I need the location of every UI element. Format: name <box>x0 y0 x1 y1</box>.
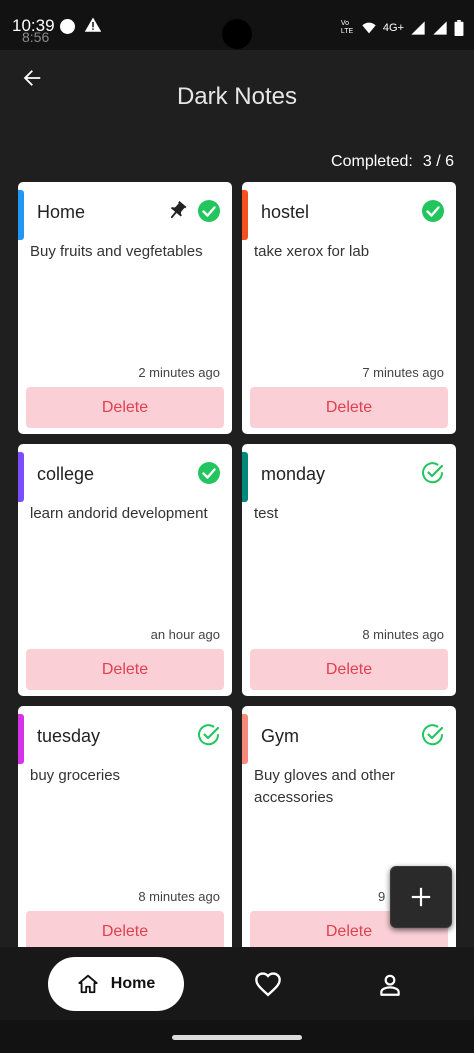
nav-home-label: Home <box>110 975 156 992</box>
signal-icon <box>411 21 425 35</box>
note-body: buy groceries <box>30 767 121 784</box>
completed-count: 3 / 6 <box>422 153 454 170</box>
check-circle-filled-icon[interactable] <box>421 199 445 223</box>
person-icon[interactable] <box>377 971 403 999</box>
status-time: 10:39 <box>12 16 55 35</box>
battery-icon <box>454 20 464 36</box>
check-circle-filled-icon[interactable] <box>197 461 221 485</box>
delete-button[interactable]: Delete <box>26 649 224 690</box>
check-circle-outline-icon[interactable] <box>197 723 221 747</box>
wifi-icon <box>362 22 376 34</box>
pin-icon[interactable] <box>166 200 188 222</box>
note-timestamp: 2 minutes ago <box>138 365 220 380</box>
note-card-college[interactable]: college learn andorid development an hou… <box>18 444 232 696</box>
notification-dot-icon <box>60 19 75 34</box>
note-timestamp: 8 minutes ago <box>138 889 220 904</box>
completed-summary: Completed: 3 / 6 <box>331 153 454 171</box>
gesture-handle[interactable] <box>172 1035 302 1040</box>
system-navigation-bar <box>0 1020 474 1053</box>
volte-label: Vo LTE <box>340 20 354 35</box>
note-card-monday[interactable]: monday test 8 minutes ago Delete <box>242 444 456 696</box>
delete-button[interactable]: Delete <box>250 387 448 428</box>
signal-icon-2 <box>433 21 447 35</box>
note-accent-strip <box>242 452 248 502</box>
note-title: Home <box>37 202 86 222</box>
note-accent-strip <box>18 714 24 764</box>
note-accent-strip <box>242 714 248 764</box>
warning-icon <box>84 17 102 32</box>
check-circle-outline-icon[interactable] <box>421 461 445 485</box>
notes-grid: Home Buy fruits and vegfetables 2 minute… <box>18 182 456 947</box>
note-body: test <box>254 505 279 522</box>
note-title: monday <box>261 464 326 484</box>
status-indicators: Vo LTE 4G+ <box>341 15 464 41</box>
note-title: Gym <box>261 726 299 746</box>
note-body: Buy gloves and other accessories <box>254 767 395 806</box>
note-card-hostel[interactable]: hostel take xerox for lab 7 minutes ago … <box>242 182 456 434</box>
note-timestamp: 9 <box>378 889 386 904</box>
completed-label: Completed: <box>331 153 413 170</box>
nav-home-button[interactable]: Home <box>48 957 184 1011</box>
note-card-tuesday[interactable]: tuesday buy groceries 8 minutes ago Dele… <box>18 706 232 947</box>
note-card-home[interactable]: Home Buy fruits and vegfetables 2 minute… <box>18 182 232 434</box>
note-body: Buy fruits and vegfetables <box>30 243 203 260</box>
delete-button[interactable]: Delete <box>250 649 448 690</box>
note-body: take xerox for lab <box>254 243 370 260</box>
app-header: Dark Notes <box>0 50 474 145</box>
delete-button[interactable]: Delete <box>26 387 224 428</box>
check-circle-filled-icon[interactable] <box>197 199 221 223</box>
status-bar: 8:56 10:39 Vo LTE 4G+ <box>0 0 474 50</box>
note-title: college <box>37 464 95 484</box>
bottom-navigation: Home <box>0 947 474 1020</box>
page-title: Dark Notes <box>176 83 298 110</box>
note-accent-strip <box>242 190 248 240</box>
note-accent-strip <box>18 190 24 240</box>
note-title: hostel <box>261 202 310 222</box>
check-circle-outline-icon[interactable] <box>421 723 445 747</box>
network-label: 4G+ <box>382 22 404 34</box>
home-icon <box>78 974 98 994</box>
note-title: tuesday <box>37 726 101 746</box>
note-accent-strip <box>18 452 24 502</box>
add-note-button[interactable] <box>390 866 452 928</box>
note-timestamp: 8 minutes ago <box>362 627 444 642</box>
heart-icon[interactable] <box>254 971 282 999</box>
camera-cutout <box>222 19 252 49</box>
note-body: learn andorid development <box>30 505 208 522</box>
delete-button[interactable]: Delete <box>26 911 224 947</box>
note-timestamp: 7 minutes ago <box>362 365 444 380</box>
note-timestamp: an hour ago <box>150 627 220 642</box>
plus-icon <box>411 887 431 907</box>
